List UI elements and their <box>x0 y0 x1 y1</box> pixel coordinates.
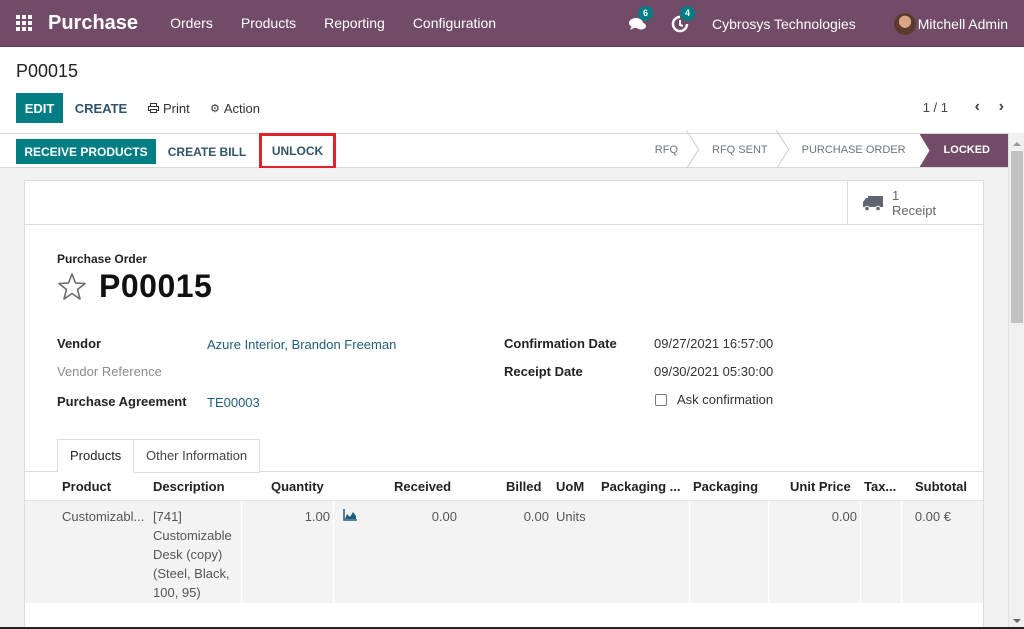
receipt-date-field: 09/30/2021 05:30:00 <box>654 364 774 379</box>
edit-button[interactable]: EDIT <box>16 93 63 123</box>
cell-description[interactable]: [741] Customizable Desk (copy) (Steel, B… <box>153 501 241 603</box>
app-name[interactable]: Purchase <box>48 12 138 35</box>
col-unit-price[interactable]: Unit Price <box>790 473 851 501</box>
scroll-down-arrow-icon[interactable] <box>1013 619 1021 623</box>
vendor-label: Vendor <box>57 336 102 351</box>
document-type-label: Purchase Order <box>57 252 148 266</box>
form-statusbar: RECEIVE PRODUCTS CREATE BILL UNLOCK RFQ … <box>0 133 1008 169</box>
document-name: P00015 <box>99 268 213 304</box>
receipt-count: 1 <box>892 188 900 203</box>
action-label: Action <box>223 100 261 116</box>
col-description[interactable]: Description <box>153 473 225 501</box>
truck-icon <box>863 196 883 212</box>
cell-taxes[interactable] <box>864 501 900 603</box>
col-taxes[interactable]: Tax... <box>864 473 896 501</box>
tab-products[interactable]: Products <box>57 439 135 473</box>
stage-rfq-sent[interactable]: RFQ SENT <box>692 134 782 167</box>
receipt-date-label: Receipt Date <box>504 364 583 379</box>
action-dropdown[interactable]: ⚙ Action <box>210 93 260 123</box>
col-billed[interactable]: Billed <box>506 473 541 501</box>
purchase-agreement-label: Purchase Agreement <box>57 394 187 409</box>
print-label: Print <box>163 100 190 116</box>
ask-confirmation-label: Ask confirmation <box>677 392 774 407</box>
chevron-right-icon[interactable]: › <box>999 98 1004 116</box>
col-product[interactable]: Product <box>62 473 111 501</box>
col-subtotal[interactable]: Subtotal <box>915 473 967 501</box>
breadcrumb: P00015 <box>16 61 79 81</box>
unlock-button[interactable]: UNLOCK <box>259 133 336 169</box>
cell-uom[interactable]: Units <box>556 501 596 603</box>
star-icon[interactable] <box>56 271 88 303</box>
receipt-label: Receipt <box>892 203 937 218</box>
cell-received[interactable]: 0.00 <box>365 501 457 603</box>
menu-products[interactable]: Products <box>241 15 296 31</box>
user-avatar[interactable] <box>893 12 916 35</box>
pager-value[interactable]: 1 / 1 <box>923 100 948 115</box>
cell-unit-price[interactable]: 0.00 <box>770 501 857 603</box>
col-quantity[interactable]: Quantity <box>271 473 324 501</box>
vertical-scrollbar[interactable] <box>1008 133 1024 629</box>
form-sheet: 1 Receipt Purchase Order P00015 Vendor A… <box>24 180 984 629</box>
area-chart-icon[interactable] <box>343 509 358 521</box>
receive-products-button[interactable]: RECEIVE PRODUCTS <box>16 139 156 164</box>
user-menu[interactable]: Mitchell Admin <box>918 16 1008 32</box>
purchase-agreement-field[interactable]: TE00003 <box>207 395 260 410</box>
print-icon <box>148 103 159 113</box>
cell-billed[interactable]: 0.00 <box>495 501 549 603</box>
col-packaging[interactable]: Packaging <box>693 473 758 501</box>
create-bill-button[interactable]: CREATE BILL <box>162 139 252 164</box>
notebook-tabs: Products Other Information <box>25 439 983 473</box>
receipt-smart-button[interactable]: 1 Receipt <box>847 181 983 225</box>
chevron-left-icon[interactable]: ‹ <box>975 98 980 116</box>
cell-quantity[interactable]: 1.00 <box>245 501 330 603</box>
tab-other-information[interactable]: Other Information <box>134 439 261 473</box>
col-uom[interactable]: UoM <box>556 473 584 501</box>
menu-configuration[interactable]: Configuration <box>413 15 496 31</box>
messages-badge: 6 <box>638 5 654 21</box>
menu-reporting[interactable]: Reporting <box>324 15 385 31</box>
cell-product[interactable]: Customizabl... <box>62 501 152 603</box>
messages-button[interactable]: 6 <box>628 5 654 34</box>
create-button[interactable]: CREATE <box>70 93 132 123</box>
scrollbar-thumb[interactable] <box>1011 151 1023 323</box>
stage-rfq[interactable]: RFQ <box>635 134 692 167</box>
company-switcher[interactable]: Cybrosys Technologies <box>712 16 856 32</box>
top-navbar: Purchase Orders Products Reporting Confi… <box>0 0 1024 47</box>
col-received[interactable]: Received <box>394 473 451 501</box>
col-packaging-qty[interactable]: Packaging ... <box>601 473 680 501</box>
table-header: Product Description Quantity Received Bi… <box>25 473 983 501</box>
cell-packaging[interactable] <box>693 501 768 603</box>
ask-confirmation-checkbox[interactable] <box>655 394 667 406</box>
status-stages: RFQ RFQ SENT PURCHASE ORDER LOCKED <box>635 134 1008 167</box>
vendor-reference-label: Vendor Reference <box>57 364 162 379</box>
confirmation-date-label: Confirmation Date <box>504 336 617 351</box>
apps-menu-icon[interactable] <box>16 14 34 32</box>
cell-packaging-qty[interactable] <box>601 501 689 603</box>
print-dropdown[interactable]: Print <box>148 93 190 123</box>
stage-locked[interactable]: LOCKED <box>919 134 1008 167</box>
cell-subtotal[interactable]: 0.00 € <box>905 501 951 603</box>
table-row[interactable]: Customizabl... [741] Customizable Desk (… <box>25 501 983 603</box>
order-lines-table: Product Description Quantity Received Bi… <box>25 473 983 603</box>
vendor-field[interactable]: Azure Interior, Brandon Freeman <box>207 337 396 352</box>
scroll-up-arrow-icon[interactable] <box>1013 142 1021 146</box>
gear-icon: ⚙ <box>210 102 220 115</box>
activities-badge: 4 <box>680 5 696 21</box>
smart-button-box: 1 Receipt <box>25 181 983 225</box>
menu-orders[interactable]: Orders <box>170 15 213 31</box>
activities-button[interactable]: 4 <box>670 5 696 34</box>
stage-purchase-order[interactable]: PURCHASE ORDER <box>782 134 920 167</box>
confirmation-date-field: 09/27/2021 16:57:00 <box>654 336 774 351</box>
